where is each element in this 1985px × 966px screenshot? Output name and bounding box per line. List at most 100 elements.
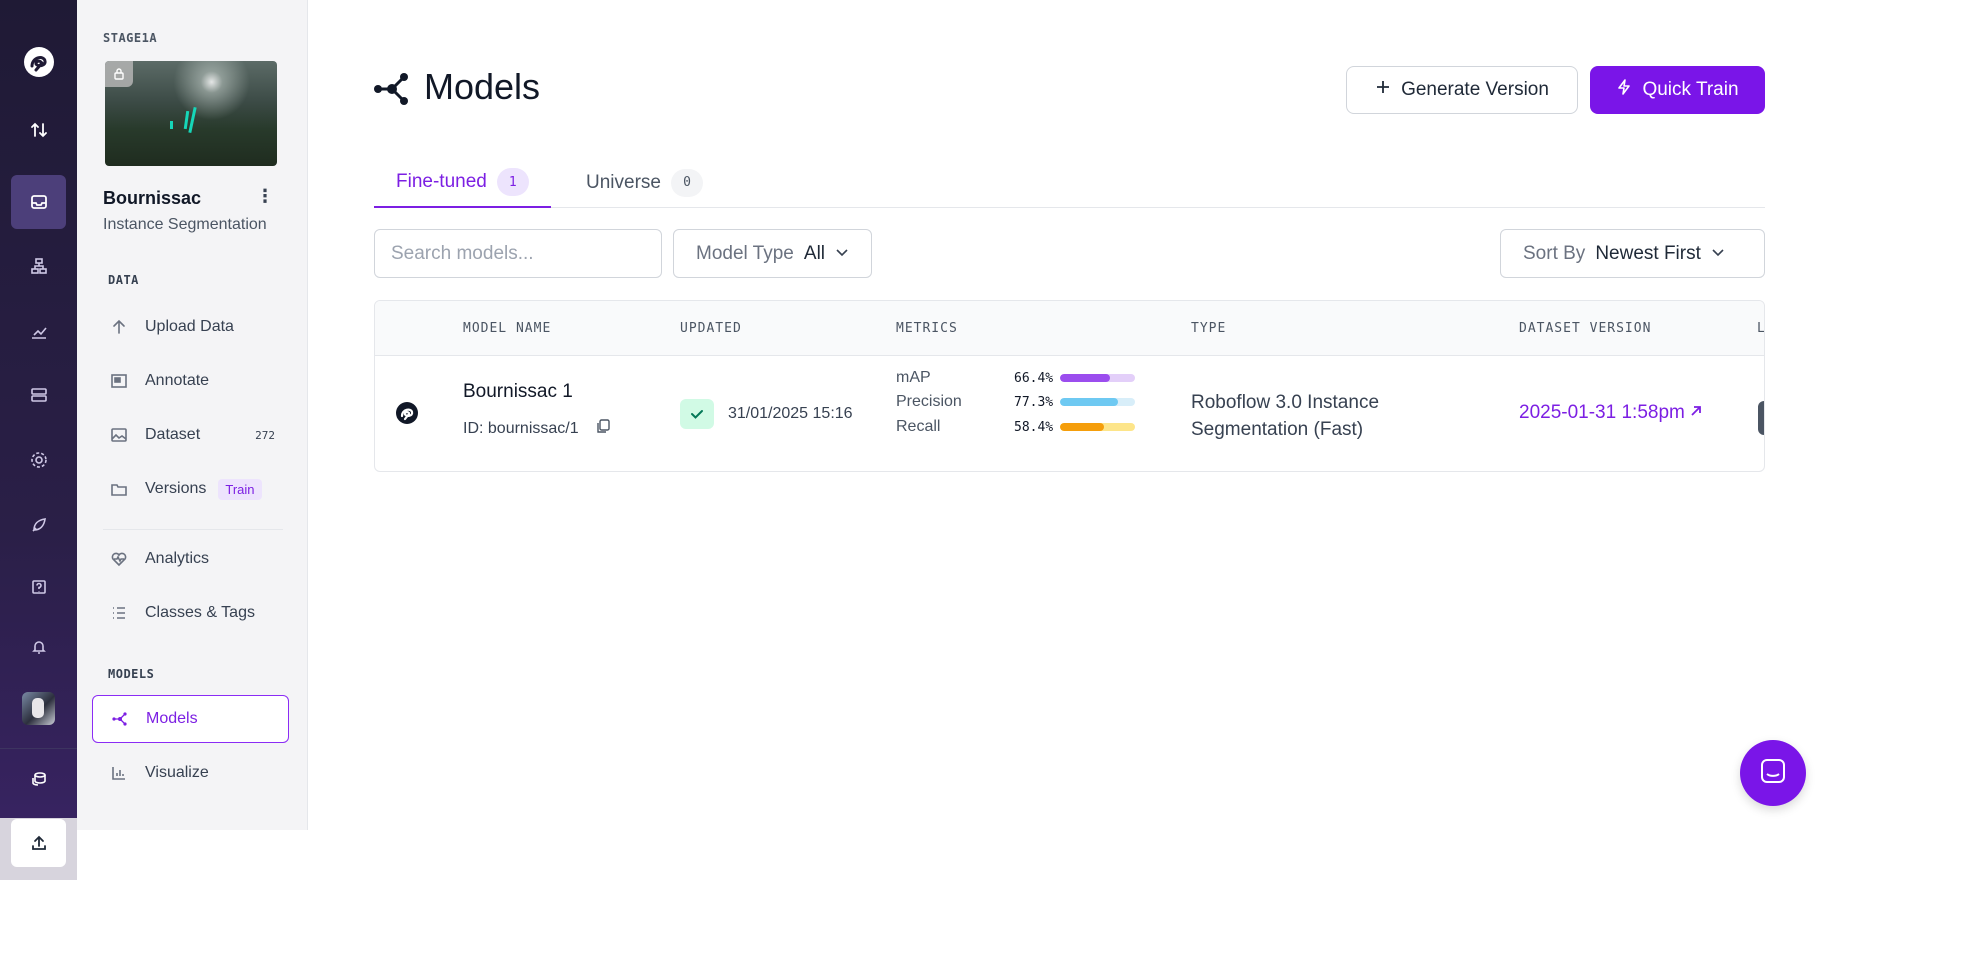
sidebar-item-label: Classes & Tags <box>145 604 255 621</box>
model-type: Roboflow 3.0 Instance Segmentation (Fast… <box>1191 392 1380 440</box>
sidebar-item-label: Dataset <box>145 426 201 443</box>
metric-label: Recall <box>896 418 941 435</box>
sidebar-item-label: Models <box>146 710 198 727</box>
dataset-version-link[interactable]: 2025-01-31 1:58pm <box>1519 402 1703 424</box>
sidebar-item-label: Analytics <box>145 550 210 567</box>
bell-icon[interactable] <box>11 620 66 674</box>
model-name[interactable]: Bournissac 1 <box>463 381 573 403</box>
metric-map: mAP 66.4% <box>896 369 1135 387</box>
copy-icon[interactable] <box>595 417 611 440</box>
tab-count-badge: 1 <box>496 168 529 196</box>
chevron-down-icon <box>835 243 849 265</box>
model-tabs: Fine-tuned 1 Universe 0 <box>374 158 1765 208</box>
dataset-version-text: 2025-01-31 1:58pm <box>1519 402 1685 423</box>
metric-label: Precision <box>896 393 962 410</box>
workflow-icon[interactable] <box>11 239 66 293</box>
metric-bar-fill <box>1060 423 1104 431</box>
train-pill: Train <box>218 478 262 500</box>
quick-train-label: Quick Train <box>1642 79 1739 100</box>
metric-label: mAP <box>896 369 931 386</box>
chevron-down-icon <box>1711 243 1725 265</box>
sidebar-item-label: Visualize <box>145 764 209 781</box>
roboflow-logo-icon <box>395 401 419 425</box>
updated-cell: 31/01/2025 15:16 <box>680 399 853 429</box>
sort-dropdown[interactable]: Sort By Newest First <box>1500 229 1765 278</box>
sidebar-item-analytics[interactable]: Analytics <box>92 536 289 582</box>
workspace-name[interactable]: STAGE1A <box>103 31 157 45</box>
row-action-button[interactable] <box>1758 401 1764 435</box>
tab-label: Universe <box>586 171 661 193</box>
check-icon <box>680 399 714 429</box>
plus-icon <box>1375 79 1391 101</box>
sidebar-item-upload-data[interactable]: Upload Data <box>92 304 289 350</box>
settings-gear-icon[interactable] <box>11 433 66 487</box>
generate-version-button[interactable]: Generate Version <box>1346 66 1578 114</box>
inbox-icon[interactable] <box>11 175 66 229</box>
sidebar-item-classes-tags[interactable]: Classes & Tags <box>92 590 289 636</box>
sidebar-item-label: Versions <box>145 480 207 497</box>
metric-bar <box>1060 398 1135 406</box>
column-header: L <box>1757 321 1765 336</box>
column-header: TYPE <box>1191 321 1227 336</box>
updated-timestamp: 31/01/2025 15:16 <box>728 405 853 422</box>
dataset-count-badge: 272 <box>255 428 275 442</box>
sidebar-item-annotate[interactable]: Annotate <box>92 358 289 404</box>
avatar[interactable] <box>22 692 55 725</box>
server-icon[interactable] <box>11 368 66 422</box>
sidebar-item-label: Upload Data <box>145 318 234 335</box>
folders-icon <box>109 479 129 499</box>
metric-recall: Recall 58.4% <box>896 418 1135 436</box>
tab-count-badge: 0 <box>670 168 703 197</box>
chart-icon[interactable] <box>11 304 66 358</box>
bar-chart-icon <box>109 763 129 783</box>
external-link-icon <box>1689 402 1703 424</box>
metric-precision: Precision 77.3% <box>896 393 1135 411</box>
models-icon <box>110 709 130 729</box>
tab-label: Fine-tuned <box>396 171 487 192</box>
rocket-icon[interactable] <box>11 498 66 552</box>
metric-value: 77.3% <box>1014 394 1054 410</box>
heart-pulse-icon <box>109 549 129 569</box>
sidebar-item-models[interactable]: Models <box>92 695 289 743</box>
list-icon <box>109 603 129 623</box>
lock-icon <box>105 61 133 87</box>
quick-train-button[interactable]: Quick Train <box>1590 66 1765 114</box>
model-type-dropdown[interactable]: Model Type All <box>673 229 873 278</box>
chat-launcher-button[interactable] <box>1740 740 1806 806</box>
metric-bar-fill <box>1060 398 1118 406</box>
column-header: UPDATED <box>680 321 742 336</box>
lightning-icon <box>1616 78 1632 102</box>
annotate-icon <box>109 371 129 391</box>
models-table: MODEL NAME UPDATED METRICS TYPE DATASET … <box>374 300 1765 472</box>
sort-label: Sort By <box>1523 242 1586 264</box>
sidebar-item-versions[interactable]: Versions Train <box>92 466 289 512</box>
section-data-heading: DATA <box>108 273 139 287</box>
generate-version-label: Generate Version <box>1401 79 1549 100</box>
sidebar-item-visualize[interactable]: Visualize <box>92 750 289 796</box>
roboflow-logo-icon[interactable] <box>11 35 66 89</box>
search-input[interactable] <box>374 229 662 278</box>
model-type-label: Model Type <box>696 242 794 264</box>
metric-value: 66.4% <box>1014 370 1054 386</box>
model-id: ID: bournissac/1 <box>463 417 611 440</box>
column-header: MODEL NAME <box>463 321 552 336</box>
models-icon <box>373 70 411 108</box>
column-header: DATASET VERSION <box>1519 321 1652 336</box>
sidebar-divider <box>103 529 283 530</box>
stack-icon[interactable] <box>11 752 66 806</box>
metric-bar <box>1060 423 1135 431</box>
help-icon[interactable] <box>11 560 66 614</box>
sidebar-item-dataset[interactable]: Dataset 272 <box>92 412 289 458</box>
upload-icon[interactable] <box>11 819 66 867</box>
transfer-arrows-icon[interactable] <box>11 103 66 157</box>
more-vertical-icon[interactable]: ⋮ <box>256 186 274 206</box>
model-id-text: ID: bournissac/1 <box>463 419 579 437</box>
project-name: Bournissac <box>103 188 202 208</box>
tab-universe[interactable]: Universe 0 <box>564 158 725 207</box>
project-thumbnail[interactable] <box>105 61 277 166</box>
tab-fine-tuned[interactable]: Fine-tuned 1 <box>374 158 551 208</box>
metric-bar-fill <box>1060 374 1110 382</box>
project-type: Instance Segmentation <box>103 216 267 233</box>
metric-bar <box>1060 374 1135 382</box>
section-models-heading: MODELS <box>108 667 155 681</box>
